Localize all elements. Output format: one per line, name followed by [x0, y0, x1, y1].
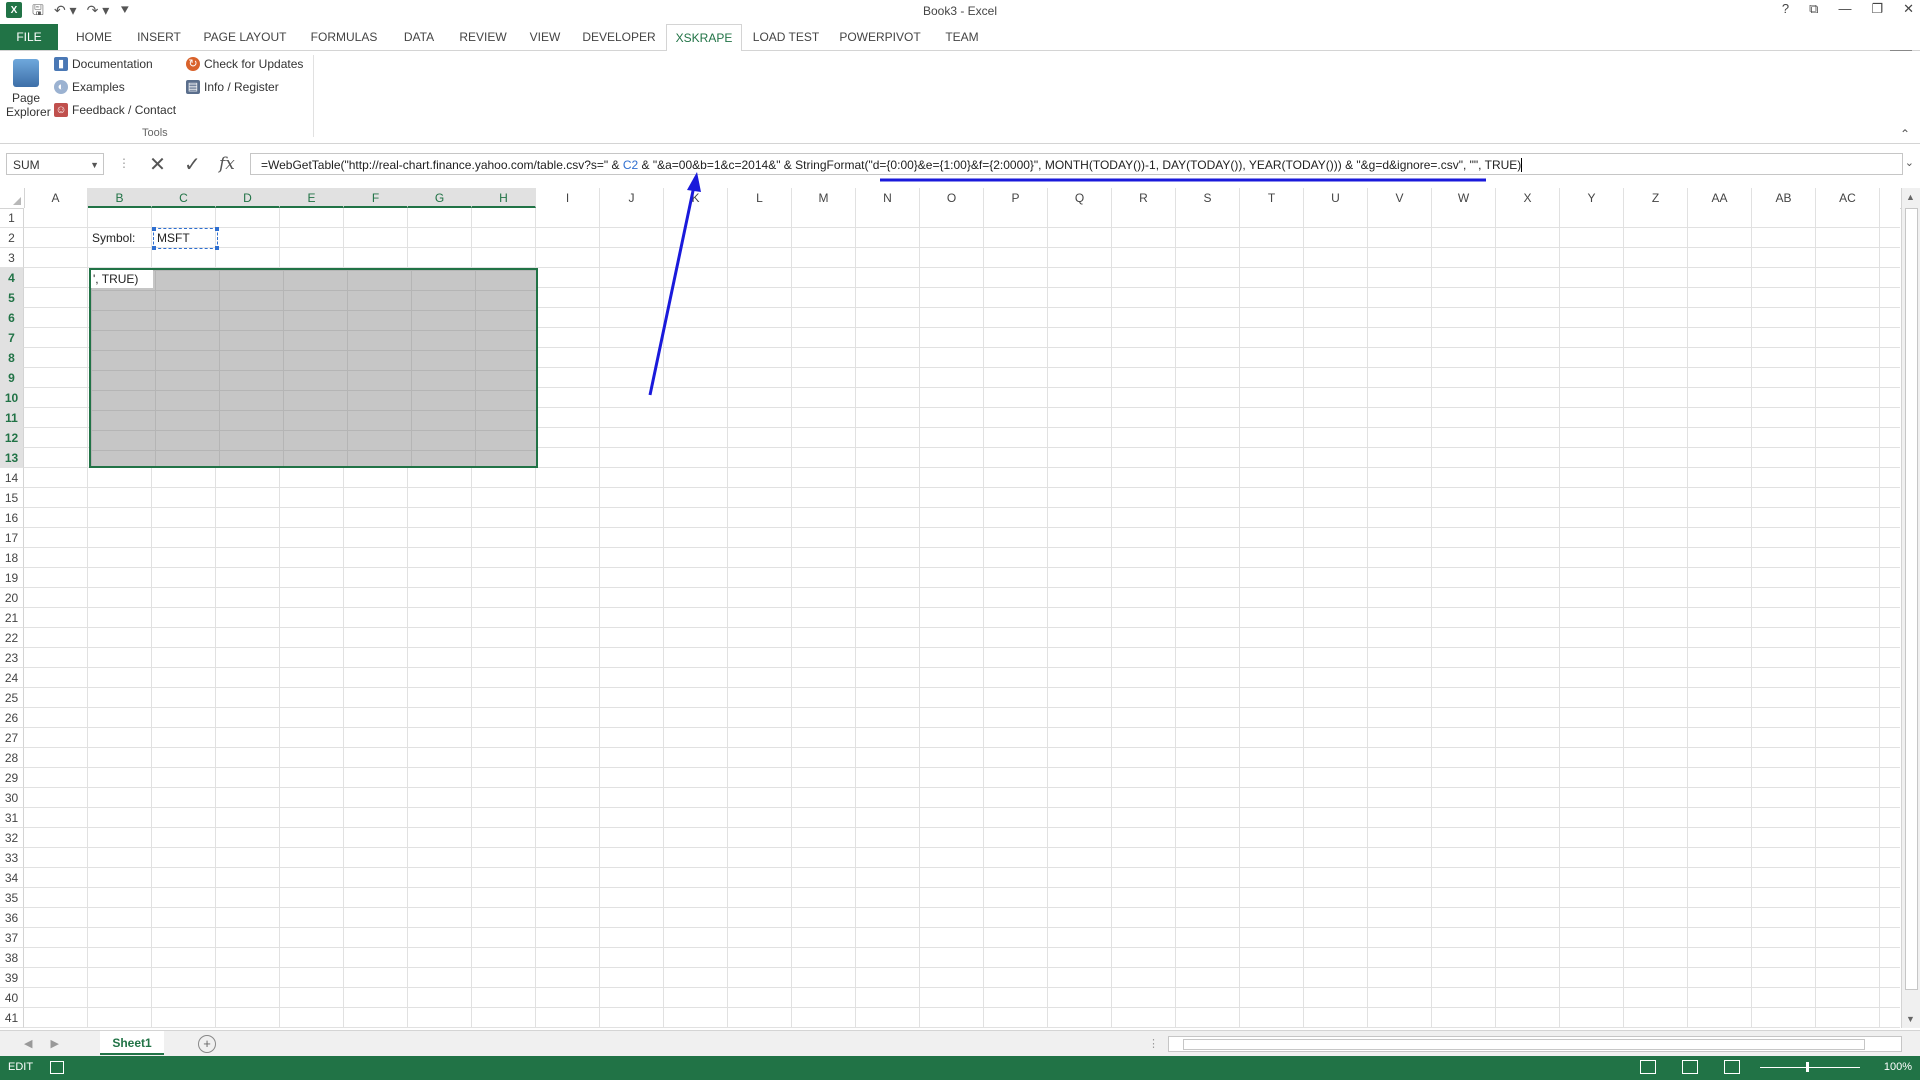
annotation-overlay [648, 172, 1486, 396]
annotation-arrowhead [687, 172, 701, 192]
annotation-arrow-line [648, 185, 696, 396]
